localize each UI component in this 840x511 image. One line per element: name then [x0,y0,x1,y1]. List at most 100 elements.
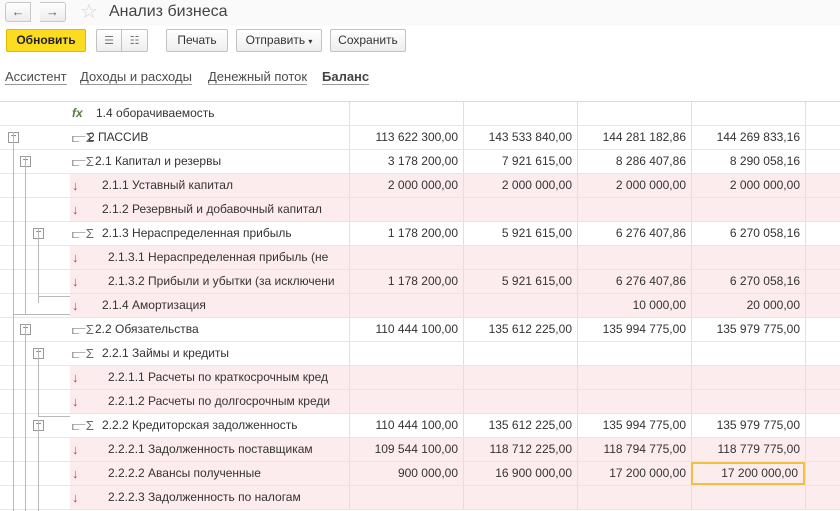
value-cell-overflow[interactable] [805,438,840,461]
refresh-button[interactable]: Обновить [6,29,86,52]
table-row[interactable]: −⫍Σ2.2 Обязательства110 444 100,00135 61… [0,318,840,342]
value-cell[interactable]: 135 994 775,00 [577,414,691,437]
collapse-all-button[interactable]: ☷ [122,29,148,52]
row-label-cell[interactable]: ⫍Σ 2.2.2 Кредиторская задолженность [70,414,349,437]
value-cell[interactable]: 16 900 000,00 [463,462,577,485]
table-row[interactable]: ↓ 2.1.1 Уставный капитал 2 000 000,00 2 000… [0,174,840,198]
value-cell[interactable]: 6 276 407,86 [577,270,691,293]
value-cell[interactable]: 2 000 000,00 [349,174,463,197]
value-cell[interactable]: 118 779 775,00 [691,438,805,461]
value-cell[interactable]: 2 000 000,00 [691,174,805,197]
value-cell[interactable]: 135 612 225,00 [463,414,577,437]
value-cell[interactable] [577,246,691,269]
value-cell[interactable] [577,342,691,365]
send-button[interactable]: Отправить ▾ [236,29,322,52]
tab-balance[interactable]: Баланс [322,69,370,85]
table-row[interactable]: fx 1.4 оборачиваемость [0,102,840,126]
value-cell[interactable]: 5 921 615,00 [463,222,577,245]
row-label-cell[interactable]: ↓ 2.2.2.1 Задолженность поставщикам [70,438,349,461]
row-label-cell[interactable]: ↓ 2.1.1 Уставный капитал [70,174,349,197]
value-cell[interactable] [577,102,691,125]
row-label-cell[interactable]: ⫍Σ 2 ПАССИВ [70,126,349,149]
value-cell[interactable]: 135 979 775,00 [691,414,805,437]
value-cell-overflow[interactable] [805,102,840,125]
value-cell[interactable]: 6 270 058,16 [691,222,805,245]
value-cell[interactable] [349,294,463,317]
value-cell[interactable]: 1 178 200,00 [349,222,463,245]
value-cell[interactable]: 2 000 000,00 [463,174,577,197]
value-cell[interactable] [349,102,463,125]
row-label-cell[interactable]: ↓ 2.1.3.2 Прибыли и убытки (за исключени [70,270,349,293]
row-label-cell[interactable]: ↓ 2.2.1.2 Расчеты по долгосрочным креди [70,390,349,413]
value-cell[interactable] [691,390,805,413]
value-cell[interactable]: 5 921 615,00 [463,270,577,293]
row-label-cell[interactable]: ↓ 2.1.4 Амортизация [70,294,349,317]
row-label-cell[interactable]: ⫍Σ 2.1.3 Нераспределенная прибыль [70,222,349,245]
value-cell-overflow[interactable] [805,270,840,293]
value-cell[interactable] [577,198,691,221]
value-cell[interactable] [463,486,577,509]
value-cell-overflow[interactable] [805,294,840,317]
row-label-cell[interactable]: ⫍Σ 2.2.1 Займы и кредиты [70,342,349,365]
value-cell-overflow[interactable] [805,342,840,365]
row-label-cell[interactable]: ↓ 2.2.1.1 Расчеты по краткосрочным кред [70,366,349,389]
row-label-cell[interactable]: ↓ 2.2.2.3 Задолженность по налогам [70,486,349,509]
row-label-cell[interactable]: ↓ 2.1.2 Резервный и добавочный капитал [70,198,349,221]
value-cell[interactable]: 110 444 100,00 [349,318,463,341]
value-cell-overflow[interactable] [805,486,840,509]
value-cell[interactable]: 110 444 100,00 [349,414,463,437]
value-cell[interactable] [463,294,577,317]
value-cell-overflow[interactable] [805,390,840,413]
value-cell[interactable] [691,102,805,125]
balance-table[interactable]: fx1.4 оборачиваемость−⫍Σ2 ПАССИВ113 622 … [0,101,840,511]
table-row[interactable]: ↓ 2.1.3.2 Прибыли и убытки (за исключени 1… [0,270,840,294]
tab-income-expenses[interactable]: Доходы и расходы [80,69,192,85]
value-cell[interactable]: 6 276 407,86 [577,222,691,245]
value-cell-overflow[interactable] [805,366,840,389]
value-cell-overflow[interactable] [805,414,840,437]
value-cell[interactable] [691,486,805,509]
value-cell[interactable] [691,198,805,221]
value-cell[interactable] [463,366,577,389]
value-cell[interactable] [349,198,463,221]
value-cell[interactable]: 144 281 182,86 [577,126,691,149]
save-button[interactable]: Сохранить [330,29,406,52]
row-label-cell[interactable]: fx 1.4 оборачиваемость [70,102,349,125]
table-row[interactable]: −⫍Σ2.1 Капитал и резервы3 178 200,007 92… [0,150,840,174]
value-cell[interactable]: 20 000,00 [691,294,805,317]
value-cell[interactable] [691,366,805,389]
value-cell[interactable] [691,342,805,365]
table-row[interactable]: ↓ 2.2.2.1 Задолженность поставщикам 109 54… [0,438,840,462]
table-row[interactable]: ↓ 2.2.1.1 Расчеты по краткосрочным кред [0,366,840,390]
value-cell[interactable] [577,366,691,389]
row-label-cell[interactable]: ⫍Σ 2.2 Обязательства [70,318,349,341]
tab-assistant[interactable]: Ассистент [5,69,67,85]
value-cell[interactable]: 17 200 000,00 [577,462,691,485]
value-cell[interactable] [349,486,463,509]
value-cell[interactable] [463,342,577,365]
value-cell[interactable]: 10 000,00 [577,294,691,317]
value-cell-overflow[interactable] [805,462,840,485]
value-cell[interactable]: 135 994 775,00 [577,318,691,341]
table-row[interactable]: −⫍Σ2.2.2 Кредиторская задолженность110 4… [0,414,840,438]
value-cell-overflow[interactable] [805,174,840,197]
row-label-cell[interactable]: ⫍Σ 2.1 Капитал и резервы [70,150,349,173]
value-cell[interactable]: 3 178 200,00 [349,150,463,173]
value-cell[interactable] [463,198,577,221]
value-cell[interactable] [463,390,577,413]
value-cell[interactable]: 17 200 000,00 [691,462,805,485]
value-cell[interactable]: 118 712 225,00 [463,438,577,461]
value-cell-overflow[interactable] [805,246,840,269]
table-row[interactable]: ↓ 2.2.2.3 Задолженность по налогам [0,486,840,510]
value-cell-overflow[interactable] [805,198,840,221]
value-cell[interactable] [463,102,577,125]
value-cell[interactable]: 6 270 058,16 [691,270,805,293]
value-cell[interactable]: 113 622 300,00 [349,126,463,149]
table-row[interactable]: −⫍Σ2 ПАССИВ113 622 300,00143 533 840,001… [0,126,840,150]
expand-all-button[interactable]: ☰ [96,29,122,52]
value-cell[interactable]: 135 612 225,00 [463,318,577,341]
print-button[interactable]: Печать [166,29,228,52]
table-row[interactable]: −⫍Σ2.2.1 Займы и кредиты [0,342,840,366]
value-cell[interactable]: 8 286 407,86 [577,150,691,173]
favorite-star-icon[interactable]: ☆ [80,0,98,24]
